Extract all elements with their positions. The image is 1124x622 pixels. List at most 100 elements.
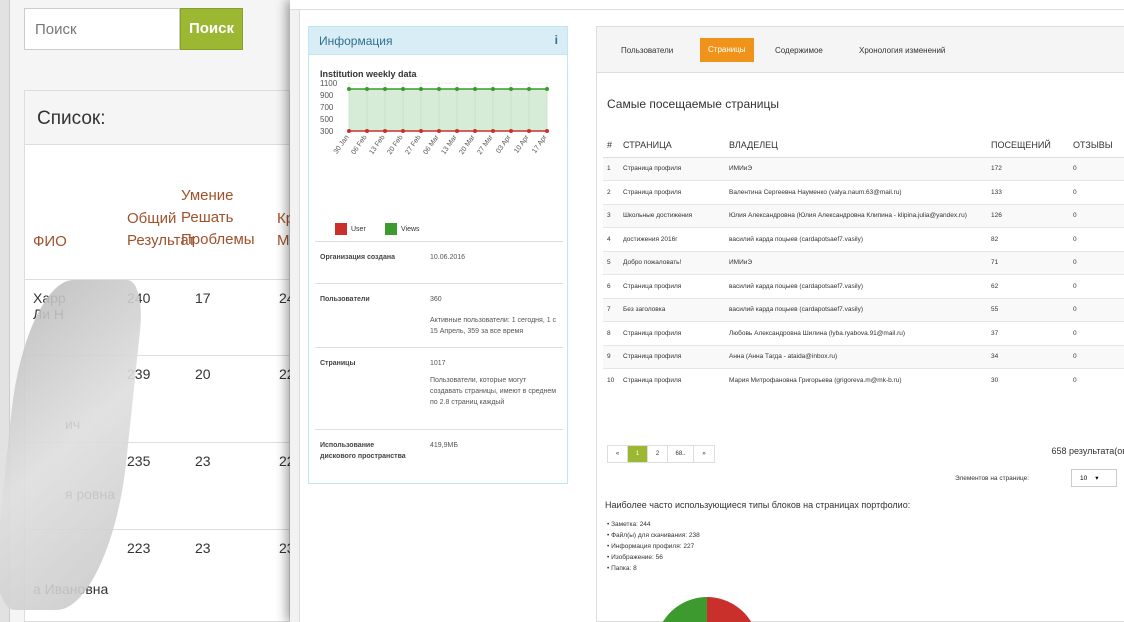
chart-point[interactable] (365, 129, 369, 133)
chart-area-fill (349, 89, 547, 131)
row-owner-link[interactable]: Валентина Сергеевна Науменко (valya.naum… (725, 180, 987, 204)
col-number[interactable]: # (603, 133, 619, 158)
tab-users[interactable]: Пользователи (615, 42, 679, 59)
chart-point[interactable] (419, 87, 423, 91)
row-owner-link[interactable]: ИМИиЭ (725, 156, 987, 181)
info-value-extra: Пользователи, которые могут создавать ст… (430, 377, 557, 406)
chart-point[interactable] (473, 87, 477, 91)
per-page-select[interactable]: 10 ▾ (1071, 469, 1117, 487)
chart-point[interactable] (365, 87, 369, 91)
row-page-link[interactable]: Страница профиля (619, 344, 725, 369)
row-number: 7 (603, 297, 619, 322)
row-owner-link[interactable]: Мария Митрофановна Григорьева (grigoreva… (725, 368, 987, 392)
chart-point[interactable] (545, 129, 549, 133)
chart-point[interactable] (491, 87, 495, 91)
row-page-link[interactable]: Добро пожаловать! (619, 250, 725, 275)
row-number: 6 (603, 274, 619, 298)
row-owner-link[interactable]: василий карда поцыев (cardapotsaef7.vasi… (725, 274, 987, 298)
chart-x-tick: 27 Feb (404, 134, 422, 156)
chart-point[interactable] (347, 87, 351, 91)
pager-prev[interactable]: « (608, 446, 628, 462)
header-skill[interactable]: Умение Решать Проблемы (181, 185, 281, 251)
blocks-list: • Заметка: 244 • Файл(ы) для скачивания:… (607, 519, 700, 574)
row-owner-link[interactable]: василий карда поцыев (cardapotsaef7.vasi… (725, 297, 987, 322)
row-owner-link[interactable]: Юлия Александровна (Юлия Александровна К… (725, 203, 987, 228)
chart-point[interactable] (545, 87, 549, 91)
tab-pages[interactable]: Страницы (700, 38, 754, 62)
search-button[interactable]: Поиск (180, 8, 243, 50)
info-key: Использование дискового пространства (320, 442, 406, 460)
row-page-link[interactable]: Страница профиля (619, 274, 725, 298)
table-row[interactable]: 8 Страница профиля Любовь Александровна Ши… (603, 321, 1124, 345)
pager-next[interactable]: » (694, 446, 714, 462)
col-reviews[interactable]: ОТЗЫВЫ (1069, 133, 1124, 158)
legend-views[interactable]: Views (385, 223, 420, 235)
row-visits: 34 (987, 344, 1069, 369)
search-input[interactable]: Поиск (24, 8, 180, 50)
chart-point[interactable] (419, 129, 423, 133)
header-next[interactable]: Кр М (277, 208, 291, 252)
pager-page-last[interactable]: 68.. (668, 446, 694, 462)
tab-content[interactable]: Содержимое (769, 42, 829, 59)
chart-point[interactable] (509, 129, 513, 133)
background-window: Поиск Поиск Список: ФИО Общий Результат … (0, 0, 295, 622)
table-row[interactable]: 6 Страница профиля василий карда поцыев (c… (603, 274, 1124, 298)
col-page[interactable]: СТРАНИЦА (619, 133, 725, 158)
row-number: 5 (603, 250, 619, 275)
row-owner-link[interactable]: Анна (Анна Тагда - ataida@inbox.ru) (725, 344, 987, 369)
table-row[interactable]: 7 Без заголовка василий карда поцыев (card… (603, 297, 1124, 322)
info-value: 419,9MБ (430, 442, 458, 449)
chart-point[interactable] (437, 87, 441, 91)
info-icon[interactable]: i (555, 33, 558, 47)
pie-slice-red[interactable] (707, 597, 753, 622)
row-page-link[interactable]: Без заголовка (619, 297, 725, 322)
row-owner-link[interactable]: ИМИиЭ (725, 250, 987, 275)
weekly-chart: 1100 900 700 500 30030 Jan 06 Feb 13 Feb 20 Feb… (320, 79, 549, 156)
chart-point[interactable] (437, 129, 441, 133)
table-row[interactable]: 2 Страница профиля Валентина Сергеевна Нау… (603, 180, 1124, 204)
col-owner[interactable]: ВЛАДЕЛЕЦ (725, 133, 987, 158)
row-page-link[interactable]: Страница профиля (619, 368, 725, 392)
legend-user[interactable]: User (335, 223, 366, 235)
col-visits[interactable]: ПОСЕЩЕНИЙ (987, 133, 1069, 158)
chart-point[interactable] (473, 129, 477, 133)
row-page-link[interactable]: Школьные достижения (619, 203, 725, 228)
chart-point[interactable] (401, 87, 405, 91)
chart-point[interactable] (401, 129, 405, 133)
pagination: « 1 2 68.. » (607, 445, 715, 463)
chart-point[interactable] (455, 87, 459, 91)
pie-slice-green[interactable] (661, 597, 707, 622)
chart-point[interactable] (527, 87, 531, 91)
row-page-link[interactable]: Страница профиля (619, 180, 725, 204)
chart-point[interactable] (491, 129, 495, 133)
row-owner-link[interactable]: василий карда поцыев (cardapotsaef7.vasi… (725, 227, 987, 251)
table-row[interactable]: 1 Страница профиля ИМИиЭ 172 0 (603, 156, 1124, 181)
header-total[interactable]: Общий Результат (127, 208, 195, 252)
pager-page-1[interactable]: 1 (628, 446, 648, 462)
info-value-main: 360 (430, 296, 442, 303)
chart-x-tick: 03 Apr (495, 134, 513, 155)
chart-point[interactable] (347, 129, 351, 133)
chart-x-tick: 13 Feb (368, 134, 386, 156)
table-row[interactable]: 3 Школьные достижения Юлия Александровна (… (603, 203, 1124, 228)
table-row[interactable]: 9 Страница профиля Анна (Анна Тагда - atai… (603, 344, 1124, 369)
header-fio[interactable]: ФИО (33, 231, 67, 253)
table-row[interactable]: 10 Страница профиля Мария Митрофановна Гри… (603, 368, 1124, 392)
row-reviews: 0 (1069, 274, 1124, 298)
row-page-link[interactable]: Страница профиля (619, 321, 725, 345)
row-reviews: 0 (1069, 368, 1124, 392)
chart-point[interactable] (383, 129, 387, 133)
per-page-value: 10 (1080, 475, 1088, 482)
row-page-link[interactable]: достижения 2016г (619, 227, 725, 251)
row-owner-link[interactable]: Любовь Александровна Шилина (lyba.ryabov… (725, 321, 987, 345)
chart-point[interactable] (527, 129, 531, 133)
chart-point[interactable] (383, 87, 387, 91)
table-row[interactable]: 4 достижения 2016г василий карда поцыев (c… (603, 227, 1124, 251)
chart-point[interactable] (509, 87, 513, 91)
chart-point[interactable] (455, 129, 459, 133)
blocks-title: Наиболее часто использующиеся типы блоко… (605, 500, 911, 510)
pager-page-2[interactable]: 2 (648, 446, 668, 462)
table-row[interactable]: 5 Добро пожаловать! ИМИиЭ 71 0 (603, 250, 1124, 275)
row-page-link[interactable]: Страница профиля (619, 156, 725, 181)
tab-history[interactable]: Хронология изменений (853, 42, 951, 59)
